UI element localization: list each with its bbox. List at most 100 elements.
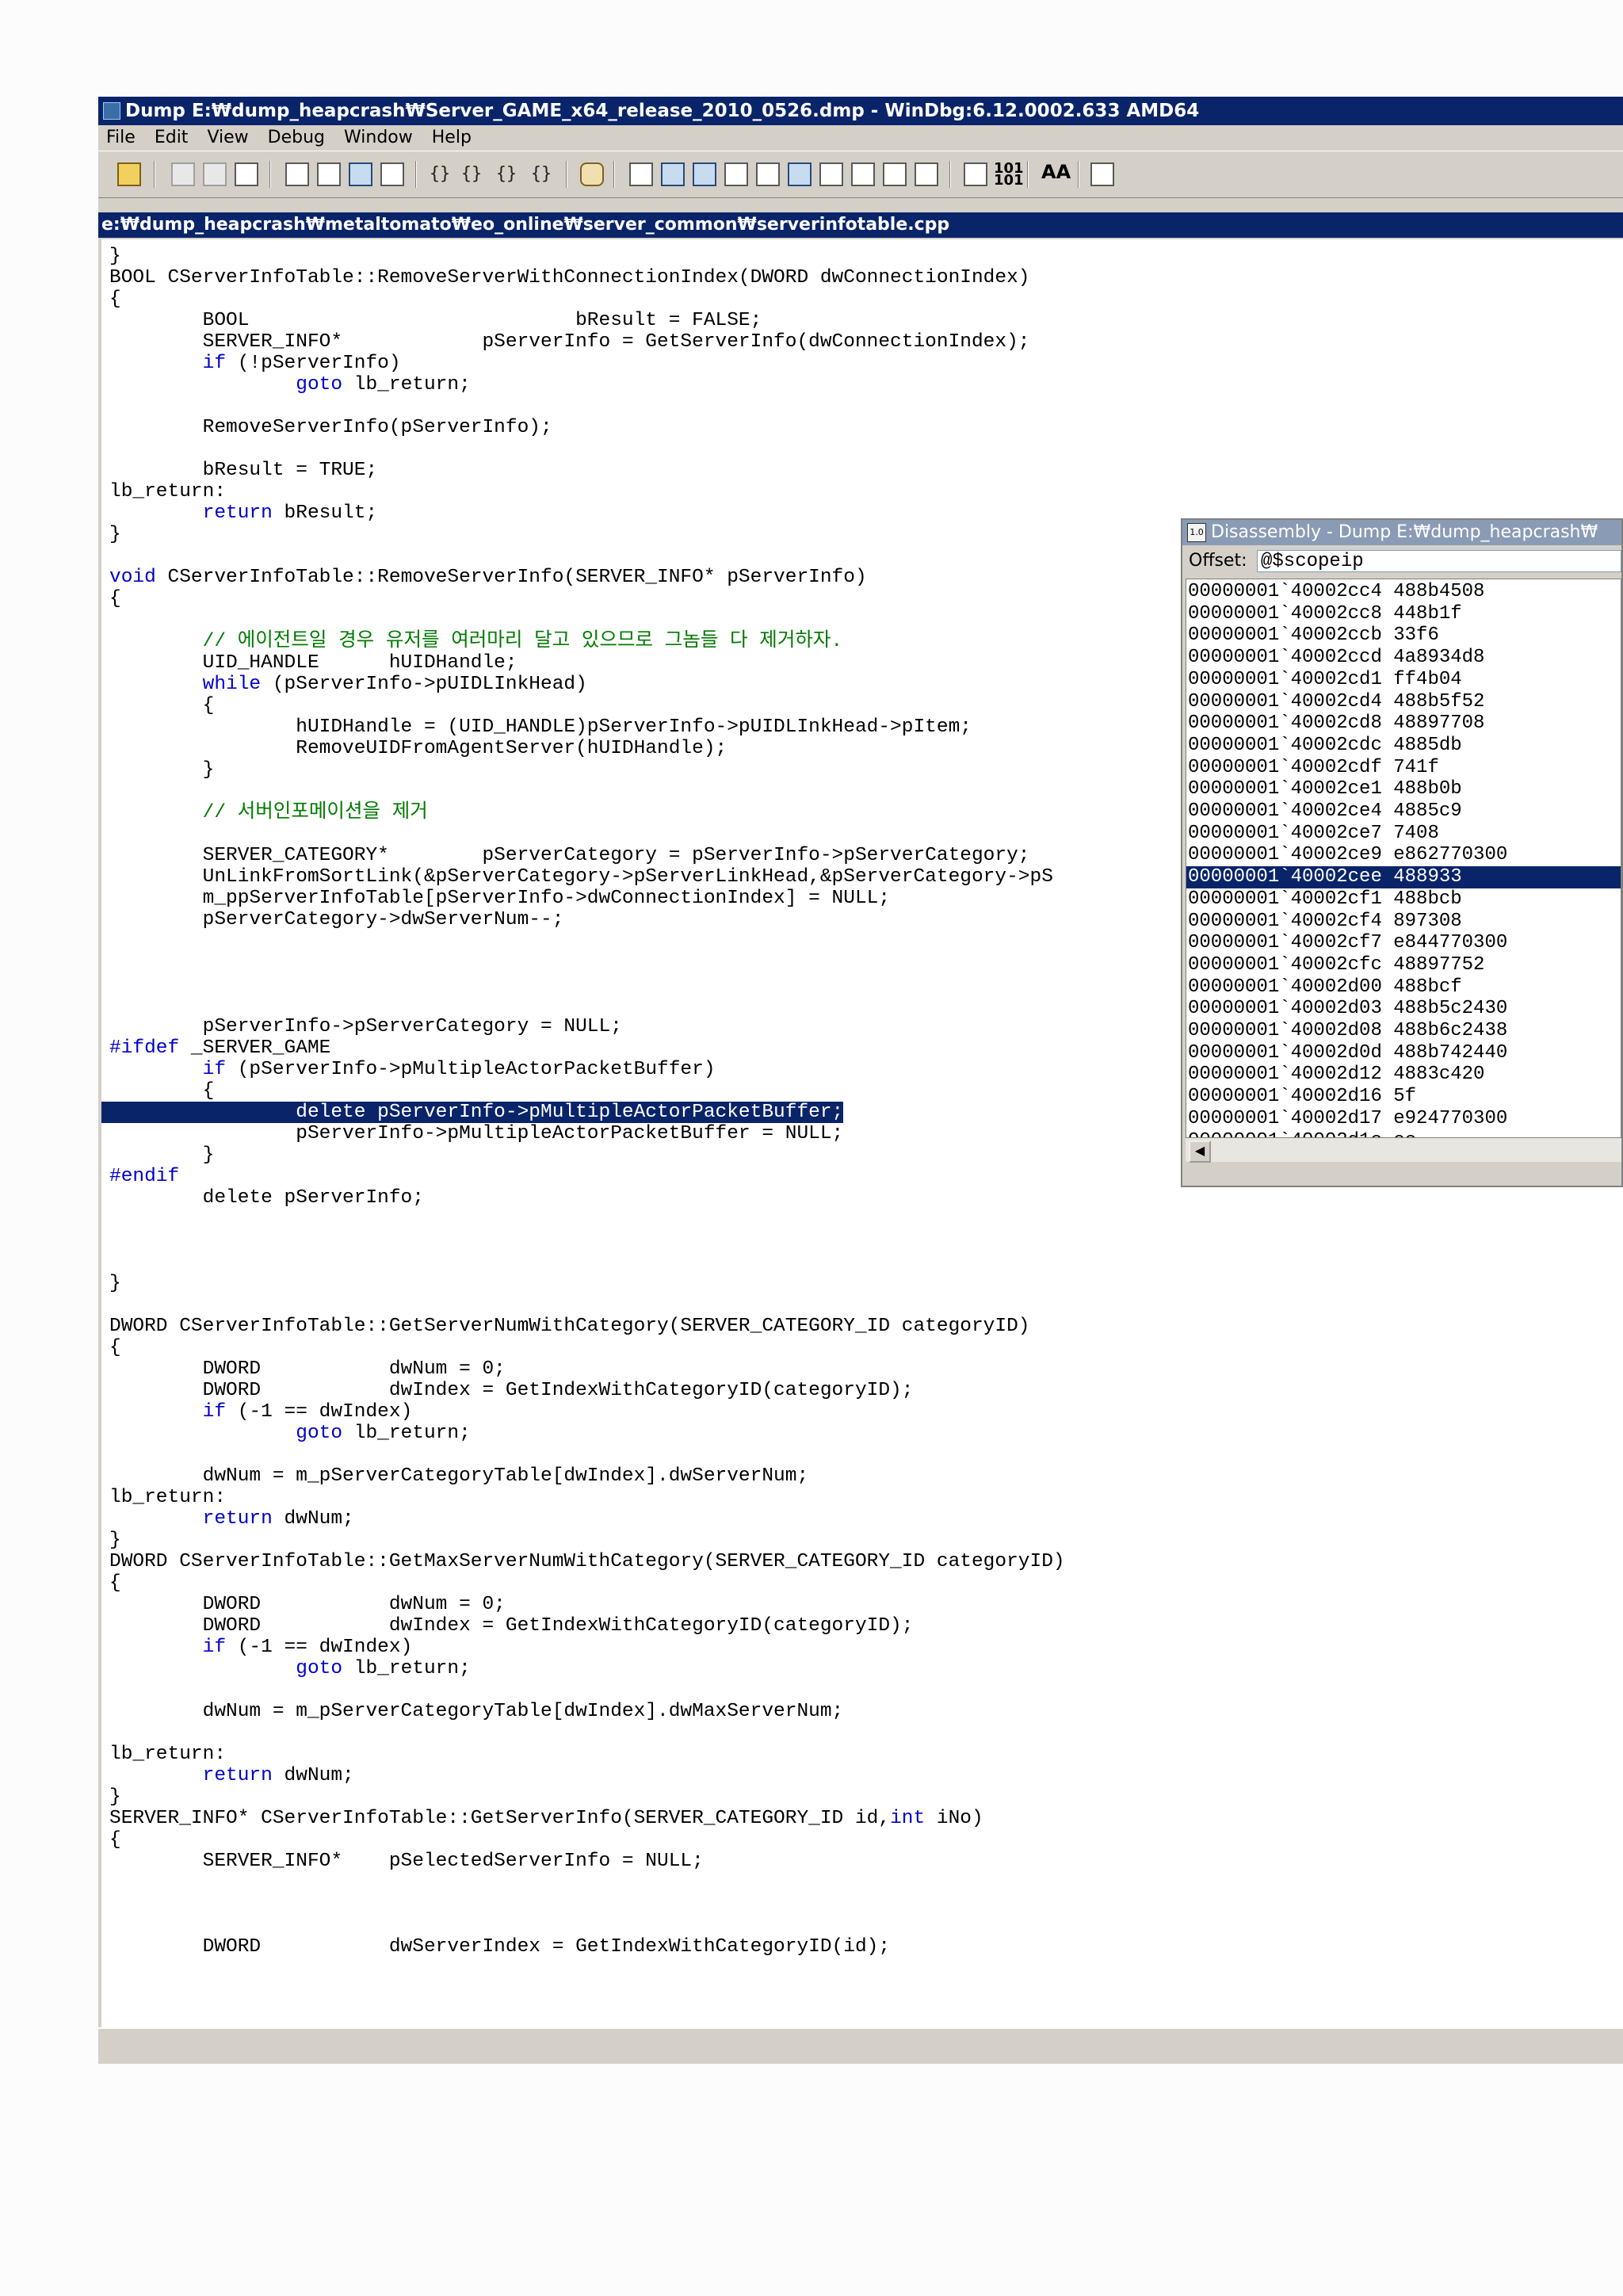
options-icon[interactable]	[1090, 162, 1114, 186]
font-icon[interactable]: AA	[1041, 161, 1071, 183]
offset-input[interactable]: @$scopeip	[1257, 550, 1621, 572]
code-line[interactable]: bResult = TRUE;	[109, 460, 378, 481]
step-over-icon[interactable]: {}	[460, 162, 483, 186]
open-file-icon[interactable]	[117, 162, 141, 186]
disassembly-row[interactable]: 00000001`40002d12 4883c420	[1186, 1064, 1621, 1086]
code-line[interactable]: delete pServerInfo;	[109, 1187, 424, 1209]
code-line[interactable]: goto lb_return;	[109, 1658, 471, 1679]
code-line[interactable]: goto lb_return;	[109, 1423, 471, 1444]
code-line[interactable]: if (pServerInfo->pMultipleActorPacketBuf…	[109, 1059, 716, 1080]
code-line[interactable]: return bResult;	[109, 502, 378, 524]
selected-disassembly-row[interactable]: 00000001`40002cee 488933	[1186, 866, 1621, 888]
hand-icon[interactable]	[580, 162, 604, 186]
hex-display-icon[interactable]: 101 101	[994, 162, 1024, 188]
disassembly-row[interactable]: 00000001`40002ce7 7408	[1186, 823, 1621, 845]
code-line[interactable]: }	[109, 246, 121, 267]
menu-edit[interactable]: Edit	[155, 128, 189, 147]
paste-icon[interactable]	[235, 162, 258, 186]
code-line[interactable]: // 서버인포메이션을 제거	[109, 802, 428, 823]
disassembly-row[interactable]: 00000001`40002d1c cc	[1186, 1130, 1621, 1138]
break-icon[interactable]	[380, 162, 404, 186]
disassembly-row[interactable]: 00000001`40002cdc 4885db	[1186, 735, 1621, 757]
code-line[interactable]: {	[109, 1080, 215, 1102]
code-line[interactable]: // 에이전트일 경우 유저를 여러마리 달고 있으므로 그놈들 다 제거하자.	[109, 631, 843, 652]
disassembly-horizontal-scrollbar[interactable]: ◀	[1186, 1138, 1621, 1163]
restart-icon[interactable]	[317, 162, 341, 186]
code-line[interactable]: lb_return:	[109, 1487, 226, 1508]
menu-help[interactable]: Help	[432, 128, 472, 147]
run-to-cursor-icon[interactable]: {}	[529, 162, 553, 186]
menu-window[interactable]: Window	[344, 128, 413, 147]
code-line[interactable]: hUIDHandle = (UID_HANDLE)pServerInfo->pU…	[109, 716, 972, 738]
disassembly-row[interactable]: 00000001`40002ccd 4a8934d8	[1186, 647, 1621, 669]
code-line[interactable]: pServerInfo->pServerCategory = NULL;	[109, 1016, 622, 1037]
disassembly-row[interactable]: 00000001`40002cf7 e844770300	[1186, 932, 1621, 954]
go-icon[interactable]	[285, 162, 309, 186]
disassembly-row[interactable]: 00000001`40002cc8 448b1f	[1186, 603, 1621, 625]
disassembly-list[interactable]: 00000001`40002cc4 488b4508 00000001`40002…	[1186, 579, 1621, 1138]
code-line[interactable]: }	[109, 759, 215, 781]
disassembly-row[interactable]: 00000001`40002d16 5f	[1186, 1086, 1621, 1108]
code-line[interactable]: SERVER_INFO* pServerInfo = GetServerInfo…	[109, 331, 1030, 353]
code-line[interactable]: goto lb_return;	[109, 374, 471, 395]
registers-window-icon[interactable]	[724, 162, 748, 186]
code-line[interactable]: DWORD dwIndex = GetIndexWithCategoryID(c…	[109, 1380, 914, 1401]
disassembly-window-icon[interactable]	[819, 162, 843, 186]
code-line[interactable]: {	[109, 1829, 121, 1851]
disassembly-row[interactable]: 00000001`40002d08 488b6c2438	[1186, 1020, 1621, 1042]
disassembly-row[interactable]: 00000001`40002d17 e924770300	[1186, 1108, 1621, 1130]
code-line[interactable]: }	[109, 1144, 215, 1166]
code-line[interactable]: pServerInfo->pMultipleActorPacketBuffer …	[109, 1123, 843, 1144]
source-mode-icon[interactable]	[964, 162, 987, 186]
locals-window-icon[interactable]	[693, 162, 716, 186]
disassembly-row[interactable]: 00000001`40002cf1 488bcb	[1186, 888, 1621, 911]
code-line[interactable]: lb_return:	[109, 1744, 226, 1765]
step-into-icon[interactable]: {}	[428, 162, 452, 186]
menu-view[interactable]: View	[207, 128, 248, 147]
code-line[interactable]: SERVER_INFO* CServerInfoTable::GetServer…	[109, 1808, 983, 1829]
disassembly-row[interactable]: 00000001`40002d0d 488b742440	[1186, 1042, 1621, 1064]
code-line[interactable]: DWORD dwServerIndex = GetIndexWithCatego…	[109, 1936, 890, 1958]
code-line[interactable]: DWORD CServerInfoTable::GetMaxServerNumW…	[109, 1551, 1065, 1572]
code-line[interactable]: if (!pServerInfo)	[109, 353, 401, 374]
disassembly-row[interactable]: 00000001`40002cd8 48897708	[1186, 712, 1621, 735]
code-line[interactable]: }	[109, 524, 121, 545]
code-line[interactable]: return dwNum;	[109, 1508, 354, 1530]
code-line[interactable]: UID_HANDLE hUIDHandle;	[109, 652, 517, 674]
source-file-path[interactable]: e:₩dump_heapcrash₩metaltomato₩eo_online₩…	[98, 212, 1623, 238]
code-line[interactable]: {	[109, 588, 121, 609]
command-window-icon[interactable]	[629, 162, 653, 186]
cut-icon[interactable]	[171, 162, 195, 186]
code-line[interactable]: SERVER_INFO* pSelectedServerInfo = NULL;	[109, 1851, 704, 1872]
code-line[interactable]: BOOL bResult = FALSE;	[109, 310, 762, 331]
disassembly-row[interactable]: 00000001`40002cdf 741f	[1186, 757, 1621, 779]
copy-icon[interactable]	[203, 162, 227, 186]
disassembly-row[interactable]: 00000001`40002cc4 488b4508	[1186, 581, 1621, 603]
code-line[interactable]: }	[109, 1273, 121, 1294]
code-line[interactable]: }	[109, 1786, 121, 1808]
code-line[interactable]: return dwNum;	[109, 1765, 354, 1786]
scratch-pad-icon[interactable]	[851, 162, 875, 186]
title-bar[interactable]: Dump E:₩dump_heapcrash₩Server_GAME_x64_r…	[98, 97, 1623, 125]
menu-file[interactable]: File	[106, 128, 136, 147]
disassembly-row[interactable]: 00000001`40002ce9 e862770300	[1186, 844, 1621, 866]
disassembly-row[interactable]: 00000001`40002d03 488b5c2430	[1186, 998, 1621, 1020]
disassembly-row[interactable]: 00000001`40002d00 488bcf	[1186, 976, 1621, 999]
code-line[interactable]: DWORD dwIndex = GetIndexWithCategoryID(c…	[109, 1615, 914, 1637]
code-line[interactable]: if (-1 == dwIndex)	[109, 1637, 413, 1658]
highlighted-code-line[interactable]: delete pServerInfo->pMultipleActorPacket…	[101, 1102, 844, 1123]
code-line[interactable]: dwNum = m_pServerCategoryTable[dwIndex].…	[109, 1465, 809, 1487]
step-out-icon[interactable]: {}	[495, 162, 518, 186]
disassembly-row[interactable]: 00000001`40002cd1 ff4b04	[1186, 669, 1621, 691]
memory-window-icon[interactable]	[756, 162, 780, 186]
watch-window-icon[interactable]	[661, 162, 685, 186]
code-line[interactable]: DWORD CServerInfoTable::GetServerNumWith…	[109, 1316, 1030, 1337]
code-line[interactable]: UnLinkFromSortLink(&pServerCategory->pSe…	[109, 866, 1053, 888]
code-line[interactable]: RemoveUIDFromAgentServer(hUIDHandle);	[109, 738, 727, 759]
code-line[interactable]: }	[109, 1530, 121, 1551]
code-line[interactable]: {	[109, 695, 215, 716]
command-browser-icon[interactable]	[915, 162, 938, 186]
code-line[interactable]: SERVER_CATEGORY* pServerCategory = pServ…	[109, 845, 1030, 866]
code-line[interactable]: pServerCategory->dwServerNum--;	[109, 909, 564, 930]
disassembly-row[interactable]: 00000001`40002cd4 488b5f52	[1186, 691, 1621, 713]
